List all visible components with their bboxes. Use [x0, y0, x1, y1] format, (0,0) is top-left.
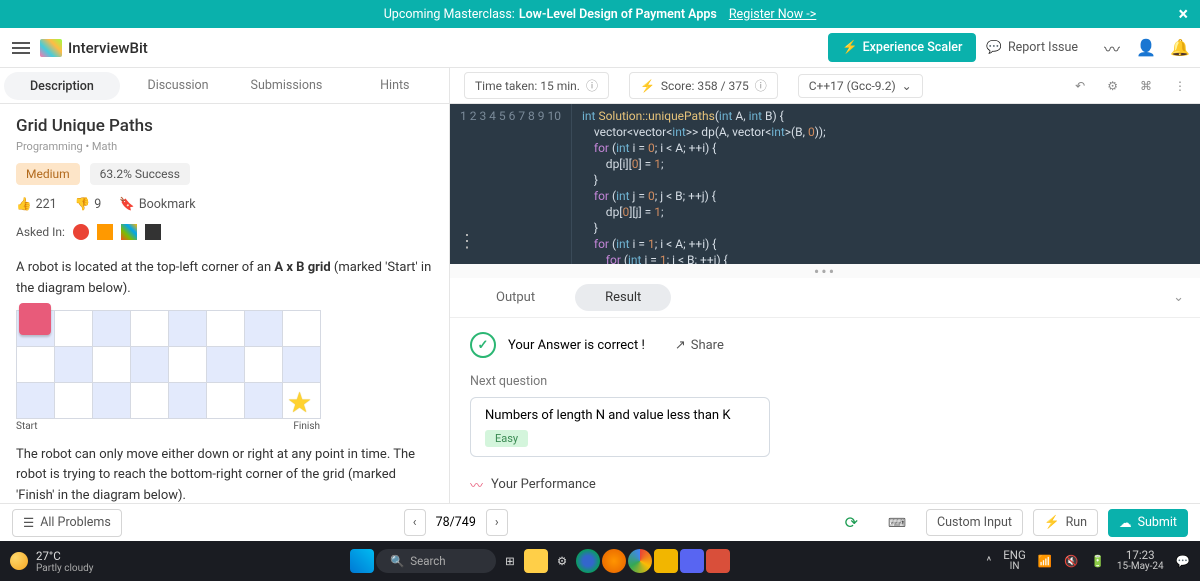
problem-panel: Description Discussion Submissions Hints…	[0, 68, 450, 503]
time-taken: Time taken: 15 min. ⓘ	[464, 72, 609, 99]
bell-icon[interactable]: 🔔	[1172, 40, 1188, 56]
tab-hints[interactable]: Hints	[341, 68, 449, 103]
company-icon[interactable]	[121, 224, 137, 240]
difficulty-badge: Medium	[16, 163, 80, 185]
run-button[interactable]: ⚡ Run	[1033, 509, 1098, 536]
tab-submissions[interactable]: Submissions	[232, 68, 340, 103]
share-button[interactable]: ↗ Share	[675, 338, 724, 353]
chat-icon: 💬	[986, 40, 1002, 55]
chevron-up-icon[interactable]: ^	[986, 554, 991, 568]
activity-icon[interactable]: 〰	[1104, 40, 1120, 56]
next-question-label: Next question	[470, 374, 1180, 389]
correct-text: Your Answer is correct !	[508, 338, 645, 353]
asked-in-row: Asked In:	[16, 224, 433, 240]
system-tray[interactable]: ^ ENG IN 📶 🔇 🔋 17:23 15-May-24 💬	[986, 549, 1190, 573]
info-icon[interactable]: ⓘ	[586, 77, 598, 94]
bolt-icon: ⚡	[842, 40, 858, 55]
chevron-down-icon: ⌄	[902, 79, 912, 93]
chrome-icon[interactable]	[628, 549, 652, 573]
upvote-button[interactable]: 👍 221	[16, 197, 57, 212]
report-issue-button[interactable]: 💬 Report Issue	[986, 40, 1078, 55]
check-icon: ✓	[470, 332, 496, 358]
tab-discussion[interactable]: Discussion	[124, 68, 232, 103]
chevron-down-icon[interactable]: ⌄	[1173, 290, 1184, 305]
sync-icon[interactable]: ⟳	[835, 508, 868, 537]
company-icon[interactable]	[97, 224, 113, 240]
performance-header: 〰 Your Performance	[470, 475, 1180, 494]
prev-problem-button[interactable]: ‹	[404, 509, 426, 536]
undo-icon[interactable]: ↶	[1075, 79, 1085, 93]
edge-icon[interactable]	[576, 549, 600, 573]
close-icon[interactable]: ×	[1178, 4, 1188, 25]
search-input[interactable]: 🔍 Search	[376, 549, 496, 573]
next-problem-button[interactable]: ›	[486, 509, 508, 536]
logo-icon	[40, 39, 62, 57]
volume-icon[interactable]: 🔇	[1064, 554, 1078, 568]
tab-output[interactable]: Output	[466, 284, 565, 311]
start-label: Start	[16, 419, 38, 435]
firefox-icon[interactable]	[602, 549, 626, 573]
problem-position: 78/749	[436, 515, 476, 530]
explorer-icon[interactable]	[524, 549, 548, 573]
next-question-title: Numbers of length N and value less than …	[485, 408, 755, 423]
banner-title: Low-Level Design of Payment Apps	[519, 7, 717, 22]
submit-button[interactable]: ☁ Submit	[1108, 509, 1188, 537]
app-icon[interactable]	[706, 549, 730, 573]
output-tabs: Output Result ⌄	[450, 278, 1200, 318]
notification-icon[interactable]: 💬	[1176, 554, 1190, 568]
settings-icon[interactable]: ⚙	[550, 549, 574, 573]
bookmark-button[interactable]: 🔖 Bookmark	[119, 197, 195, 212]
language-select[interactable]: C++17 (Gcc-9.2) ⌄	[798, 74, 923, 98]
battery-icon[interactable]: 🔋	[1091, 554, 1105, 568]
brand-text: InterviewBit	[68, 39, 148, 57]
share-icon: ↗	[675, 338, 686, 353]
company-icon[interactable]	[145, 224, 161, 240]
all-problems-button[interactable]: ☰ All Problems	[12, 509, 122, 537]
problem-title: Grid Unique Paths	[16, 116, 433, 136]
problem-tabs: Description Discussion Submissions Hints	[0, 68, 449, 104]
next-diff-badge: Easy	[485, 430, 528, 447]
banner-link[interactable]: Register Now ->	[729, 7, 816, 22]
grid-diagram: Start Finish	[16, 310, 433, 435]
tab-description[interactable]: Description	[4, 72, 120, 100]
activity-icon: 〰	[470, 475, 483, 494]
problem-meta: Programming • Math	[16, 140, 433, 153]
next-question-card[interactable]: Numbers of length N and value less than …	[470, 397, 770, 457]
score-display: ⚡ Score: 358 / 375 ⓘ	[629, 72, 778, 99]
code-editor[interactable]: 1 2 3 4 5 6 7 8 9 10 int Solution::uniqu…	[450, 104, 1200, 264]
app-icon[interactable]	[680, 549, 704, 573]
result-body: ✓ Your Answer is correct ! ↗ Share Next …	[450, 318, 1200, 503]
success-badge: 63.2% Success	[90, 163, 190, 185]
brand-logo[interactable]: InterviewBit	[40, 39, 148, 57]
editor-toolbar: Time taken: 15 min. ⓘ ⚡ Score: 358 / 375…	[450, 68, 1200, 104]
editor-panel: Time taken: 15 min. ⓘ ⚡ Score: 358 / 375…	[450, 68, 1200, 503]
windows-taskbar: 27°C Partly cloudy 🔍 Search ⊞ ⚙ ^ ENG IN…	[0, 541, 1200, 581]
tab-result[interactable]: Result	[575, 284, 671, 311]
menu-icon[interactable]	[12, 42, 30, 54]
promo-banner[interactable]: Upcoming Masterclass: Low-Level Design o…	[0, 0, 1200, 28]
code-content[interactable]: int Solution::uniquePaths(int A, int B) …	[572, 104, 1200, 264]
weather-icon	[10, 552, 28, 570]
shortcut-icon[interactable]: ⌘	[1140, 79, 1152, 93]
weather-widget[interactable]: 27°C Partly cloudy	[10, 549, 94, 574]
user-icon[interactable]: 👤	[1138, 40, 1154, 56]
resize-handle[interactable]: ⋮	[450, 264, 1200, 278]
bottom-bar: ☰ All Problems ‹ 78/749 › ⟳ ⌨ Custom Inp…	[0, 503, 1200, 541]
terminal-icon[interactable]: ⌨	[878, 510, 916, 536]
company-icon[interactable]	[73, 224, 89, 240]
start-icon[interactable]	[350, 549, 374, 573]
top-bar: InterviewBit ⚡ Experience Scaler 💬 Repor…	[0, 28, 1200, 68]
problem-description: A robot is located at the top-left corne…	[16, 258, 433, 503]
experience-scaler-button[interactable]: ⚡ Experience Scaler	[828, 33, 976, 62]
bolt-icon: ⚡	[640, 79, 655, 93]
more-icon[interactable]: ⋮	[1174, 79, 1186, 93]
banner-pre: Upcoming Masterclass:	[384, 7, 515, 22]
custom-input-button[interactable]: Custom Input	[926, 509, 1023, 536]
downvote-button[interactable]: 👎 9	[75, 197, 102, 212]
app-icon[interactable]	[654, 549, 678, 573]
wifi-icon[interactable]: 📶	[1038, 554, 1052, 568]
taskview-icon[interactable]: ⊞	[498, 549, 522, 573]
info-icon[interactable]: ⓘ	[755, 77, 767, 94]
settings-icon[interactable]: ⚙	[1107, 79, 1118, 93]
